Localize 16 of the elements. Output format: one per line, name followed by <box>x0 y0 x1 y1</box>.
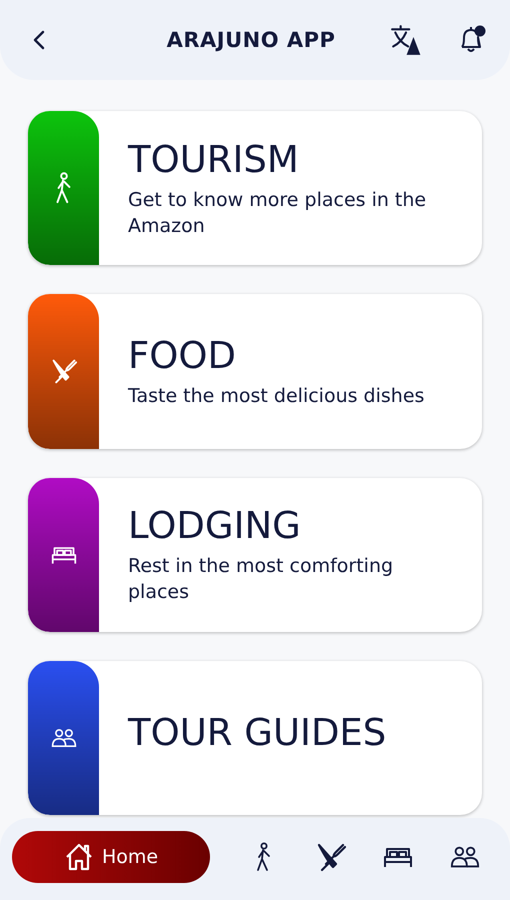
category-card[interactable]: LODGING Rest in the most comforting places <box>28 478 482 632</box>
card-description: Rest in the most comforting places <box>128 554 394 606</box>
home-tab[interactable]: Home <box>12 831 210 883</box>
category-card[interactable]: TOURISM Get to know more places in the Amazon <box>28 111 482 266</box>
card-title: LODGING <box>128 504 302 548</box>
knife-fork-icon <box>316 842 346 872</box>
card-title: TOUR GUIDES <box>128 710 386 754</box>
translate-icon[interactable] <box>390 24 422 56</box>
card-description: Get to know more places in the Amazon <box>128 188 428 239</box>
home-icon <box>64 842 94 872</box>
card-title: TOURISM <box>128 138 300 181</box>
card-description: Taste the most delicious dishes <box>128 384 424 409</box>
app-title: ARAJUNO APP <box>166 28 336 52</box>
category-card[interactable]: FOOD Taste the most delicious dishes <box>28 294 482 448</box>
category-card[interactable]: TOUR GUIDES <box>28 660 482 815</box>
card-title: FOOD <box>128 334 238 377</box>
